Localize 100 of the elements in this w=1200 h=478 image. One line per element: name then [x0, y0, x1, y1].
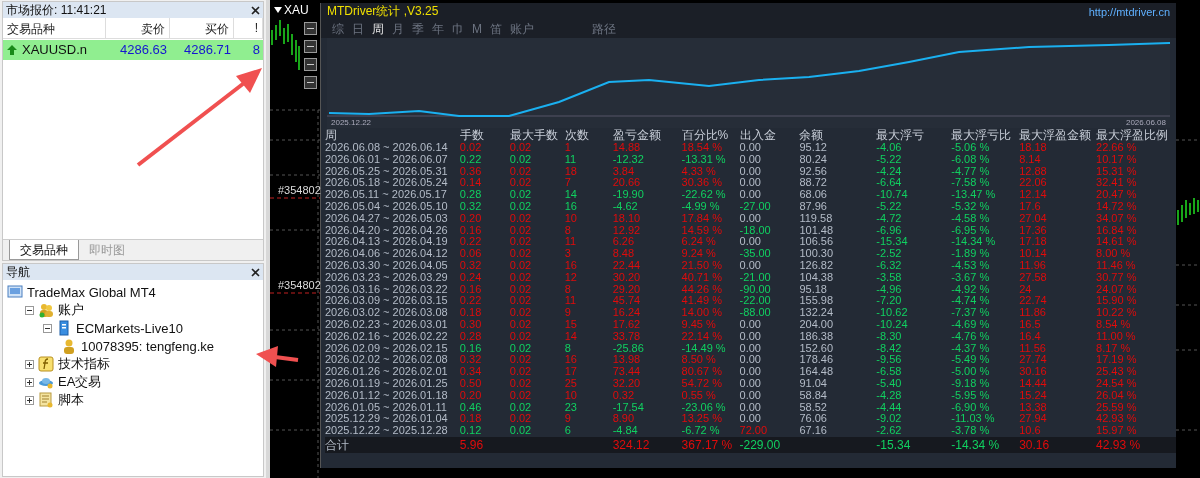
table-cell: -9.56: [876, 353, 902, 366]
close-icon[interactable]: [251, 5, 260, 15]
table-cell: 12.88: [1019, 164, 1047, 177]
table-cell: 0.02: [509, 424, 532, 437]
table-cell: 0.00: [739, 188, 761, 201]
table-cell: 2026.05.18 ~ 2026.05.24: [325, 176, 448, 189]
table-cell: 95.18: [799, 282, 827, 295]
table-cell: -22.00: [739, 294, 771, 307]
toolbar-icon[interactable]: [304, 58, 317, 71]
collapse-icon[interactable]: [43, 323, 52, 333]
table-cell: 0.02: [509, 388, 532, 401]
panel-title: 导航: [6, 263, 30, 281]
tree-item[interactable]: 账户: [58, 301, 84, 319]
table-cell: 15.97 %: [1096, 424, 1137, 437]
order-line: [270, 197, 320, 199]
table-cell: 0.50: [459, 376, 482, 389]
column-header: 次数: [564, 128, 589, 142]
period-tab[interactable]: 周: [369, 20, 387, 38]
table-cell: 18: [564, 164, 577, 177]
dropdown-icon[interactable]: [274, 7, 282, 13]
table-cell: -21.00: [739, 270, 771, 283]
table-cell: 132.24: [799, 306, 834, 319]
function-icon: [38, 356, 54, 372]
collapse-icon[interactable]: [25, 305, 34, 315]
table-cell: 0.00: [739, 258, 761, 271]
table-cell: 0.02: [509, 282, 532, 295]
candles-drawing: [271, 19, 300, 71]
column-header[interactable]: 交易品种: [3, 18, 106, 38]
table-cell: 0.02: [509, 247, 532, 260]
table-cell: 15.90 %: [1096, 294, 1137, 307]
table-cell: 30.16: [1019, 437, 1050, 452]
table-cell: -4.53 %: [951, 258, 990, 271]
column-header[interactable]: 买价: [170, 18, 234, 38]
table-cell: 10.17 %: [1096, 152, 1137, 165]
tree-item[interactable]: TradeMax Global MT4: [27, 284, 156, 300]
tree-item[interactable]: 技术指标: [58, 355, 110, 373]
table-cell: 0.02: [509, 211, 532, 224]
tree-item[interactable]: ECMarkets-Live10: [76, 320, 183, 336]
table-cell: -4.92 %: [951, 282, 990, 295]
quote-row[interactable]: XAUUSD.n 4286.63 4286.71 8: [3, 40, 263, 60]
table-cell: -4.76 %: [951, 329, 990, 342]
tree-item[interactable]: 10078395: tengfeng.ke: [81, 338, 214, 354]
table-cell: 0.00: [739, 176, 761, 189]
toolbar-icon[interactable]: [304, 76, 317, 89]
period-tab[interactable]: 巾: [449, 20, 467, 38]
table-cell: -4.58 %: [951, 211, 990, 224]
column-header[interactable]: !: [234, 18, 263, 38]
toolbar-icon[interactable]: [304, 22, 317, 35]
table-cell: 16.24: [612, 306, 641, 319]
table-cell: 178.46: [799, 353, 834, 366]
table-cell: -10.74: [876, 188, 908, 201]
period-tab[interactable]: 综: [329, 20, 347, 38]
table-cell: 33.78: [612, 329, 641, 342]
period-tab[interactable]: 月: [389, 20, 407, 38]
period-tab[interactable]: 季: [409, 20, 427, 38]
table-cell: 15: [564, 317, 577, 330]
period-tab[interactable]: 年: [429, 20, 447, 38]
website-link[interactable]: http://mtdriver.cn: [1088, 5, 1170, 18]
table-cell: 0.14: [459, 176, 482, 189]
table-cell: 0.28: [459, 329, 482, 342]
table-cell: -90.00: [739, 282, 771, 295]
panel-title: MTDriver统计 ,V3.25: [327, 3, 439, 20]
table-cell: 30.20: [612, 270, 641, 283]
table-cell: -1.89 %: [951, 247, 990, 260]
table-cell: -5.95 %: [951, 388, 990, 401]
close-icon[interactable]: [251, 267, 260, 277]
table-cell: 106.56: [799, 235, 834, 248]
table-cell: -4.96: [876, 282, 902, 295]
table-cell: 8.90: [612, 412, 635, 425]
toolbar-icon[interactable]: [304, 40, 317, 53]
expand-icon[interactable]: [25, 359, 34, 369]
table-cell: 29.20: [612, 282, 641, 295]
expand-icon[interactable]: [25, 377, 34, 387]
period-tab[interactable]: 笛: [487, 20, 505, 38]
table-cell: 0.02: [509, 376, 532, 389]
table-cell: 9.45 %: [681, 317, 716, 330]
column-header: 百分比%: [681, 128, 729, 142]
table-cell: 30.36 %: [681, 176, 722, 189]
tree-item[interactable]: 脚本: [58, 391, 84, 409]
period-tab[interactable]: 账户: [507, 20, 537, 38]
table-cell: 27.58: [1019, 270, 1047, 283]
bid-price: 4286.63: [119, 41, 168, 59]
table-cell: 164.48: [799, 365, 834, 378]
tree-item[interactable]: EA交易: [58, 373, 102, 391]
symbol-name: XAUUSD.n: [22, 42, 88, 58]
expand-icon[interactable]: [25, 395, 34, 405]
table-cell: 67.16: [799, 424, 827, 437]
column-header: 最大浮亏: [876, 128, 925, 142]
table-cell: 0.24: [459, 270, 482, 283]
panel-tab[interactable]: 交易品种: [9, 240, 79, 260]
table-cell: 14.44: [1019, 376, 1047, 389]
table-cell: -5.49 %: [951, 353, 990, 366]
table-cell: 10.6: [1019, 424, 1041, 437]
table-cell: 0.00: [739, 152, 761, 165]
table-cell: -9.02: [876, 412, 902, 425]
column-header[interactable]: 卖价: [106, 18, 170, 38]
table-cell: -18.00: [739, 223, 771, 236]
period-tab[interactable]: 路径: [589, 20, 619, 38]
table-cell: 30.16: [1019, 365, 1047, 378]
period-tab[interactable]: 日: [349, 20, 367, 38]
